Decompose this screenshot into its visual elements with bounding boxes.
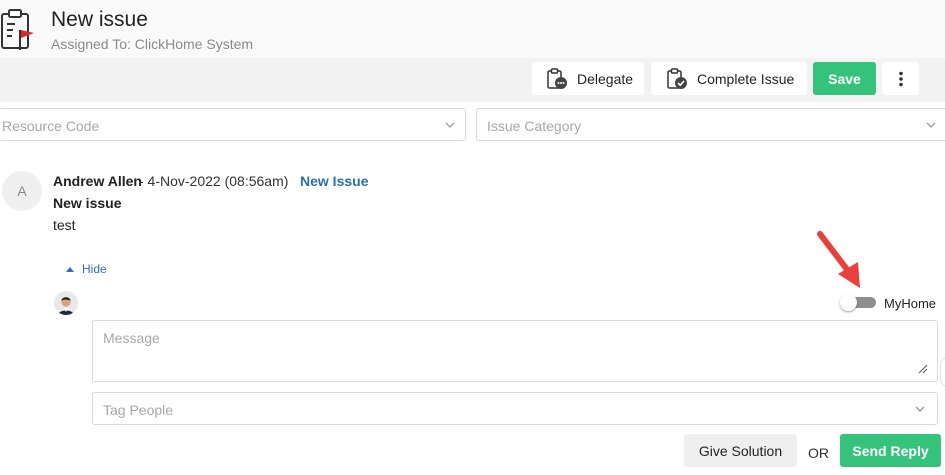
page-header: New issue Assigned To: ClickHome System (0, 0, 945, 58)
page-title: New issue (51, 8, 148, 31)
myhome-toggle[interactable] (840, 294, 876, 311)
status-badge: New Issue (300, 173, 369, 189)
more-options-button[interactable] (882, 62, 919, 95)
give-solution-button[interactable]: Give Solution (684, 434, 797, 467)
clipboard-flag-icon (1, 9, 34, 50)
comment-date: - 4-Nov-2022 (08:56am) (139, 173, 289, 189)
myhome-toggle-label: MyHome (884, 296, 937, 311)
or-separator: OR (808, 445, 829, 461)
send-reply-button[interactable]: Send Reply (840, 434, 941, 467)
clipboard-delegate-icon (547, 67, 567, 89)
side-panel-handle[interactable] (940, 357, 945, 387)
assigned-to-text: Assigned To: ClickHome System (51, 36, 254, 52)
resource-code-select[interactable]: Resource Code (0, 108, 466, 141)
delegate-label: Delegate (577, 70, 634, 87)
hide-toggle-link[interactable]: Hide (66, 262, 107, 276)
comment-author[interactable]: Andrew Allen (53, 173, 142, 189)
toggle-knob (840, 294, 857, 311)
caret-up-icon (66, 266, 74, 272)
resource-code-placeholder: Resource Code (2, 118, 100, 134)
chevron-down-icon (926, 122, 936, 128)
chevron-down-icon (445, 122, 455, 128)
issue-category-placeholder: Issue Category (487, 118, 582, 134)
issue-category-select[interactable]: Issue Category (476, 108, 945, 141)
message-input[interactable] (92, 320, 938, 382)
delegate-button[interactable]: Delegate (532, 62, 644, 95)
comment-body: test (53, 217, 76, 233)
tag-people-select[interactable]: Tag People (92, 392, 938, 425)
annotation-arrow-icon (817, 231, 860, 288)
author-avatar: A (2, 171, 42, 211)
comment-title: New issue (53, 195, 122, 211)
complete-issue-button[interactable]: Complete Issue (651, 62, 807, 95)
chevron-down-icon (915, 406, 925, 412)
resize-handle-icon[interactable] (918, 364, 928, 374)
hide-label: Hide (82, 262, 107, 276)
clipboard-check-icon (667, 67, 687, 89)
tag-people-placeholder: Tag People (103, 402, 174, 418)
current-user-avatar (54, 291, 78, 315)
complete-issue-label: Complete Issue (697, 70, 795, 87)
kebab-menu-icon (898, 71, 903, 86)
save-button[interactable]: Save (813, 62, 876, 95)
